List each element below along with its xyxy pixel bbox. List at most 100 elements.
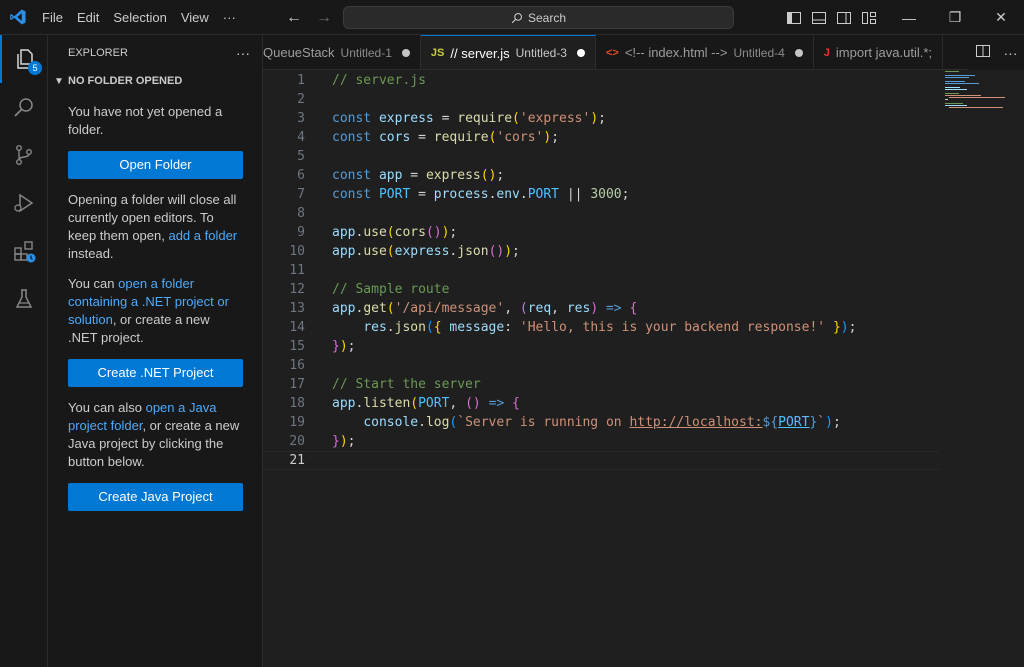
code-line[interactable]: 2 (263, 90, 939, 109)
code-line[interactable]: 1 // server.js (263, 71, 939, 90)
code-editor[interactable]: 1 // server.js 2 3 const express = require('… (263, 70, 1024, 667)
code-line[interactable]: 7 const PORT = process.env.PORT || 3000; (263, 185, 939, 204)
line-number: 21 (289, 452, 305, 468)
tab-server-js[interactable]: JS // server.js Untitled-3 (420, 35, 596, 69)
tab-description: Untitled-3 (515, 46, 567, 60)
line-number: 12 (289, 281, 305, 297)
line-number: 17 (289, 376, 305, 392)
more-actions-icon[interactable]: ··· (1004, 45, 1018, 61)
search-view-icon[interactable] (0, 83, 48, 131)
msg-text: You can (68, 276, 119, 291)
code-line[interactable]: 3 const express = require('express'); (263, 109, 939, 128)
toggle-primary-sidebar-icon[interactable] (786, 10, 802, 26)
vscode-logo-icon (0, 0, 35, 35)
menu-more[interactable]: ··· (216, 0, 243, 35)
code-line[interactable]: 4 const cors = require('cors'); (263, 128, 939, 147)
code-line[interactable]: 12 // Sample route (263, 280, 939, 299)
unsaved-dot-icon[interactable] (794, 48, 803, 57)
create-dotnet-project-button[interactable]: Create .NET Project (68, 359, 243, 387)
code-line[interactable]: 18 app.listen(PORT, () => { (263, 394, 939, 413)
command-center-search[interactable]: Search (343, 6, 734, 29)
no-folder-section-header[interactable]: ▼ NO FOLDER OPENED (48, 70, 262, 92)
sidebar-more-actions[interactable]: ··· (236, 45, 250, 61)
line-code: app.use(cors()); (332, 224, 458, 240)
menu-edit[interactable]: Edit (70, 0, 106, 35)
java-file-icon: J (823, 46, 830, 59)
line-code: }); (332, 338, 356, 354)
code-line[interactable]: 13 app.get('/api/message', (req, res) => … (263, 299, 939, 318)
line-code: // Start the server (332, 376, 481, 392)
sidebar-header: EXPLORER ··· (48, 35, 262, 70)
code-line[interactable]: 15}); (263, 337, 939, 356)
html-file-icon: <> (605, 46, 619, 59)
testing-flask-icon[interactable] (0, 275, 48, 323)
line-number: 10 (289, 243, 305, 259)
tab-index-html[interactable]: <> <!-- index.html --> Untitled-4 (595, 35, 814, 69)
close-icon[interactable]: ✕ (978, 0, 1024, 35)
split-editor-icon[interactable] (975, 43, 991, 62)
run-and-debug-icon[interactable] (0, 179, 48, 227)
menu-view[interactable]: View (174, 0, 216, 35)
menu-selection[interactable]: Selection (106, 0, 173, 35)
tab-description: Untitled-4 (733, 45, 785, 60)
explorer-sidebar: EXPLORER ··· ▼ NO FOLDER OPENED You have… (48, 35, 263, 667)
unsaved-dot-icon[interactable] (401, 48, 410, 57)
dotnet-message: You can open a folder containing a .NET … (68, 275, 242, 347)
restore-icon[interactable]: ❐ (932, 0, 978, 35)
code-line[interactable]: 9 app.use(cors()); (263, 223, 939, 242)
line-code: }); (332, 433, 356, 449)
minimize-icon[interactable]: — (886, 0, 932, 35)
back-arrow-icon[interactable]: ← (286, 9, 302, 27)
source-control-icon[interactable] (0, 131, 48, 179)
line-number: 14 (289, 319, 305, 335)
code-line[interactable]: 16 (263, 356, 939, 375)
code-line[interactable]: 17 // Start the server (263, 375, 939, 394)
open-folder-button[interactable]: Open Folder (68, 151, 243, 179)
line-number: 20 (289, 433, 305, 449)
toggle-secondary-sidebar-icon[interactable] (836, 10, 852, 26)
code-line[interactable]: 14 res.json({ message: 'Hello, this is y… (263, 318, 939, 337)
code-line[interactable]: 11 (263, 261, 939, 280)
extensions-icon[interactable] (0, 227, 48, 275)
code-line[interactable]: 20}); (263, 432, 939, 451)
line-code: // Sample route (332, 281, 450, 297)
sidebar-title: EXPLORER (68, 46, 128, 59)
line-code: const app = express(); (332, 167, 505, 183)
toggle-panel-icon[interactable] (811, 10, 827, 26)
menu-file[interactable]: File (35, 0, 70, 35)
line-number: 13 (289, 300, 305, 316)
tab-queuestack[interactable]: QueueStack Untitled-1 (263, 35, 421, 69)
minimap[interactable] (943, 70, 1013, 130)
code-line[interactable]: 6 const app = express(); (263, 166, 939, 185)
add-folder-link[interactable]: add a folder (168, 228, 237, 243)
editor-tabs: QueueStack Untitled-1 JS // server.js Un… (263, 35, 1024, 70)
sidebar-body: You have not yet opened a folder. Open F… (48, 103, 262, 511)
tab-java[interactable]: J import java.util.*; (813, 35, 944, 69)
section-title: NO FOLDER OPENED (68, 75, 183, 87)
explorer-icon[interactable]: 5 (0, 35, 48, 83)
unsaved-dot-icon[interactable] (576, 49, 585, 57)
code-line[interactable]: 8 (263, 204, 939, 223)
line-code: const PORT = process.env.PORT || 3000; (332, 186, 630, 202)
code-line[interactable]: 5 (263, 147, 939, 166)
create-java-project-button[interactable]: Create Java Project (68, 483, 243, 511)
title-bar: File Edit Selection View ··· ← → Search … (0, 0, 1024, 35)
line-code: // server.js (332, 72, 426, 88)
tab-label: QueueStack (263, 45, 335, 60)
msg-text: instead. (68, 246, 114, 261)
menu-bar: File Edit Selection View ··· (35, 0, 243, 35)
close-editors-message: Opening a folder will close all currentl… (68, 191, 242, 263)
line-code: res.json({ message: 'Hello, this is your… (363, 319, 857, 335)
code-line[interactable]: 10 app.use(express.json()); (263, 242, 939, 261)
code-line[interactable]: 19 console.log(`Server is running on htt… (263, 413, 939, 432)
line-code: const express = require('express'); (332, 110, 606, 126)
forward-arrow-icon[interactable]: → (316, 9, 332, 27)
explorer-badge: 5 (28, 61, 42, 75)
code-line[interactable]: 21 (263, 450, 939, 470)
line-number: 5 (297, 148, 305, 164)
line-number: 3 (297, 110, 305, 126)
customize-layout-icon[interactable] (861, 10, 877, 26)
line-code: console.log(`Server is running on http:/… (363, 414, 841, 430)
line-number: 15 (289, 338, 305, 354)
line-number: 6 (297, 167, 305, 183)
